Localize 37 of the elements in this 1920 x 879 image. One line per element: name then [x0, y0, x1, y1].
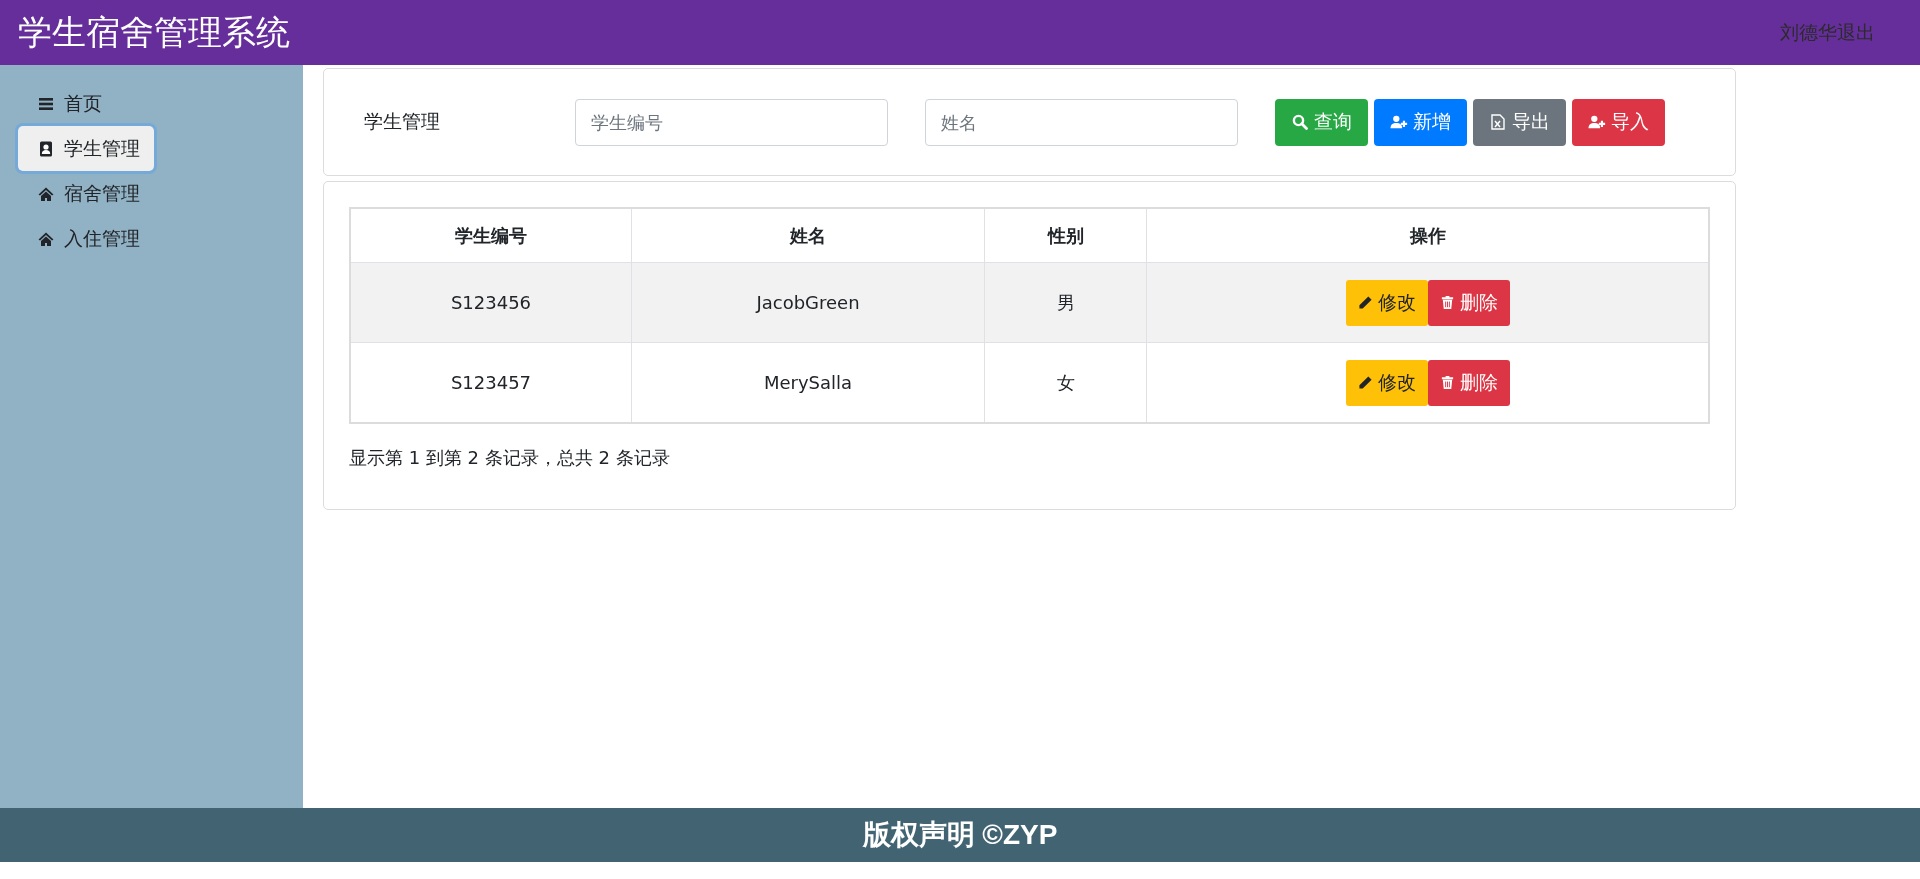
column-header: 姓名 — [631, 208, 985, 263]
input-field[interactable]: 姓名 — [925, 98, 1238, 146]
input-field[interactable]: 学生编号 — [575, 98, 888, 146]
delete-button[interactable]: 删除 — [1427, 279, 1510, 326]
record-count: 显示第 1 到第 2 条记录，总共 2 条记录 — [349, 446, 671, 470]
column-header: 学生编号 — [350, 208, 632, 263]
pencil-icon — [1357, 295, 1373, 310]
trash-icon — [1439, 295, 1455, 310]
spreadsheet-file-icon — [1489, 114, 1507, 130]
column-header: 性别 — [984, 208, 1147, 263]
pencil-icon — [1357, 375, 1373, 390]
trash-icon — [1439, 375, 1455, 390]
nav-item[interactable]: 首页 — [18, 81, 116, 126]
table-cell: 男 — [984, 262, 1147, 343]
nav-item[interactable]: 学生管理 — [18, 126, 154, 171]
add-button[interactable]: 新增 — [1374, 98, 1467, 146]
nav-item[interactable]: 宿舍管理 — [18, 171, 154, 216]
edit-button[interactable]: 修改 — [1345, 359, 1428, 406]
contact-card-icon — [38, 140, 54, 157]
menu-icon — [38, 95, 54, 112]
app-title: 学生宿舍管理系统 — [18, 11, 290, 53]
house-icon — [38, 185, 54, 202]
user-name: 刘德华 — [1780, 19, 1837, 45]
search-button[interactable]: 查询 — [1275, 98, 1368, 146]
import-button[interactable]: 导入 — [1572, 98, 1665, 146]
export-button[interactable]: 导出 — [1473, 98, 1566, 146]
search-icon — [1291, 114, 1309, 130]
edit-button[interactable]: 修改 — [1345, 279, 1428, 326]
table-cell: S123456 — [350, 262, 632, 343]
add-user-icon — [1390, 114, 1408, 130]
delete-button[interactable]: 删除 — [1427, 359, 1510, 406]
nav-item[interactable]: 入住管理 — [18, 216, 154, 261]
add-user-icon — [1588, 114, 1606, 130]
section-title: 学生管理 — [364, 109, 441, 134]
copyright-text: 版权声明 ©ZYP — [862, 818, 1058, 852]
table-cell: JacobGreen — [631, 262, 985, 343]
house-icon — [38, 230, 54, 247]
